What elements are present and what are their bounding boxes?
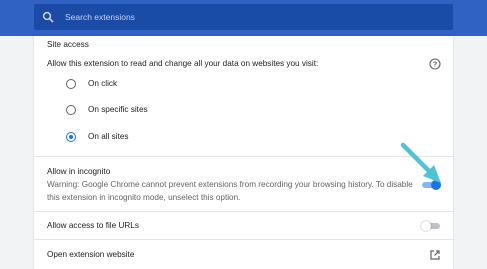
- incognito-warning-line-1: Warning: Google Chrome cannot prevent ex…: [47, 180, 413, 189]
- header-bar: [0, 0, 487, 36]
- divider: [34, 211, 453, 212]
- open-website-label: Open extension website: [47, 250, 135, 259]
- divider: [34, 239, 453, 240]
- search-input[interactable]: [63, 11, 427, 23]
- radio-button-selected[interactable]: [66, 132, 76, 142]
- radio-label: On click: [88, 79, 118, 88]
- site-access-heading: Site access: [47, 40, 89, 49]
- svg-text:?: ?: [433, 60, 438, 69]
- help-icon[interactable]: ?: [429, 58, 441, 70]
- radio-button[interactable]: [66, 105, 76, 115]
- file-urls-toggle[interactable]: [421, 221, 440, 231]
- site-access-description: Allow this extension to read and change …: [47, 59, 319, 68]
- radio-label: On all sites: [88, 132, 129, 141]
- extension-details-card: Site access Allow this extension to read…: [34, 36, 453, 269]
- search-box[interactable]: [34, 4, 453, 30]
- pointer-arrow-icon: [400, 142, 441, 183]
- radio-label: On specific sites: [88, 105, 148, 114]
- incognito-warning-line-2: this extension in incognito mode, unsele…: [47, 193, 241, 202]
- search-icon: [42, 11, 54, 23]
- divider: [34, 156, 453, 157]
- radio-button[interactable]: [66, 79, 76, 89]
- incognito-title: Allow in incognito: [47, 167, 111, 176]
- open-in-new-icon[interactable]: [429, 249, 441, 261]
- file-urls-label: Allow access to file URLs: [47, 221, 139, 230]
- toggle-knob: [421, 221, 431, 231]
